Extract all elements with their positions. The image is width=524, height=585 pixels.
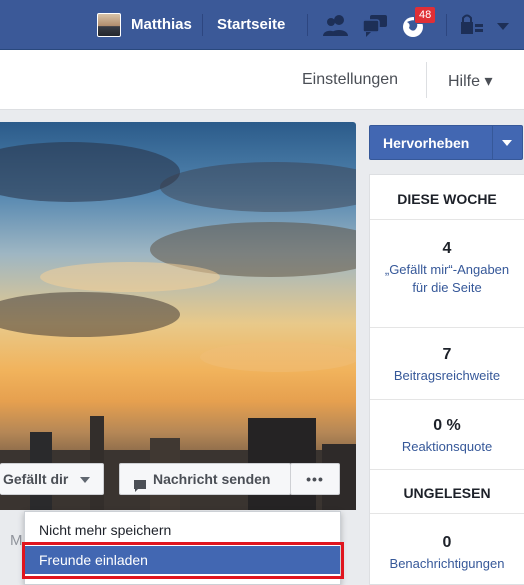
- like-button[interactable]: Gefällt dir: [0, 463, 104, 495]
- promote-label: Hervorheben: [383, 135, 470, 151]
- divider: [307, 14, 308, 36]
- promote-button[interactable]: Hervorheben: [369, 125, 523, 160]
- more-icon: •••: [306, 471, 324, 487]
- notifications-count-badge: 48: [414, 6, 437, 24]
- home-link[interactable]: Startseite: [217, 16, 285, 33]
- divider: [370, 219, 524, 220]
- send-message-button[interactable]: Nachricht senden: [119, 463, 291, 495]
- cloud: [0, 142, 180, 202]
- insights-panel: DIESE WOCHE 4 „Gefällt mir“-Angaben für …: [369, 174, 524, 585]
- cloud: [40, 262, 220, 292]
- chevron-down-icon[interactable]: [502, 140, 512, 146]
- privacy-shortcuts-icon[interactable]: [457, 12, 485, 38]
- divider: [492, 126, 493, 159]
- cloud: [0, 292, 180, 337]
- likes-label-link[interactable]: „Gefällt mir“-Angaben für die Seite: [380, 261, 514, 297]
- notifications-link[interactable]: Benachrichtigungen: [380, 555, 514, 573]
- likes-count: 4: [442, 240, 452, 257]
- chevron-down-icon: [80, 477, 90, 483]
- cloud: [200, 342, 356, 372]
- cover-photo[interactable]: [0, 122, 356, 510]
- menu-item-unsave[interactable]: Nicht mehr speichern: [25, 516, 340, 544]
- profile-link[interactable]: Matthias: [131, 16, 192, 33]
- friend-requests-icon[interactable]: [322, 12, 350, 38]
- divider: [426, 62, 427, 98]
- like-button-label: Gefällt dir: [3, 471, 69, 487]
- avatar[interactable]: [97, 13, 121, 37]
- account-menu-chevron-down-icon[interactable]: [493, 12, 513, 38]
- divider: [202, 14, 203, 36]
- help-menu[interactable]: Hilfe ▾: [448, 71, 492, 91]
- messages-icon[interactable]: [361, 12, 389, 38]
- unread-notifications-count: 0: [442, 534, 452, 551]
- section-header-this-week: DIESE WOCHE: [397, 191, 497, 207]
- page-admin-bar: Einstellungen Hilfe ▾: [0, 50, 524, 110]
- divider: [446, 14, 447, 36]
- divider: [370, 469, 524, 470]
- annotation-highlight-box: [22, 542, 344, 579]
- divider: [370, 513, 524, 514]
- response-rate-value: 0 %: [433, 417, 461, 434]
- settings-link[interactable]: Einstellungen: [302, 71, 398, 89]
- divider: [370, 327, 524, 328]
- section-header-unread: UNGELESEN: [403, 485, 491, 501]
- top-navigation-bar: Matthias Startseite 48: [0, 0, 524, 50]
- send-message-label: Nachricht senden: [153, 471, 271, 487]
- post-reach-count: 7: [442, 346, 452, 363]
- response-rate-link[interactable]: Reaktionsquote: [380, 438, 514, 456]
- post-reach-link[interactable]: Beitragsreichweite: [380, 367, 514, 385]
- message-icon: [133, 473, 147, 503]
- obscured-text: M: [10, 532, 23, 549]
- divider: [370, 399, 524, 400]
- more-options-button[interactable]: •••: [290, 463, 340, 495]
- cloud: [160, 162, 356, 212]
